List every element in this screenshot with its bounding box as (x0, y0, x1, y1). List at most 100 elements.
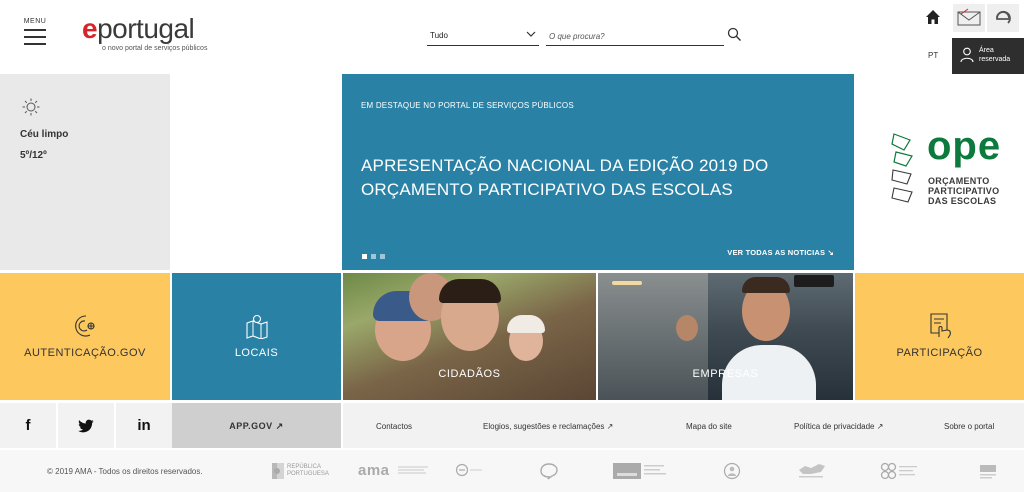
carousel-dot[interactable] (362, 254, 367, 259)
ope-line: DAS ESCOLAS (928, 196, 997, 206)
ope-wordmark: ope (927, 124, 1002, 168)
restricted-area-button[interactable]: Área reservada (952, 38, 1024, 74)
link-elogios[interactable]: Elogios, sugestões e reclamações ↗ (483, 422, 613, 431)
sun-icon (22, 98, 40, 116)
user-icon (960, 47, 974, 63)
ama-lines-icon (398, 466, 428, 474)
link-privacidade[interactable]: Política de privacidade ↗ (794, 422, 883, 431)
link-mapa[interactable]: Mapa do site (686, 422, 732, 431)
ope-line: ORÇAMENTO (928, 176, 990, 186)
appgov-label: APP.GOV ↗ (229, 421, 284, 431)
logo-e: e (82, 13, 98, 44)
search-button[interactable] (727, 27, 743, 45)
partner-logo-9[interactable] (978, 462, 998, 480)
linkedin-button[interactable]: in (116, 403, 172, 448)
photo-family (439, 279, 501, 303)
footer-links: Contactos Elogios, sugestões e reclamaçõ… (343, 403, 1024, 448)
mail-icon (957, 8, 981, 26)
photo-family (507, 315, 545, 333)
facebook-button[interactable]: f (0, 403, 56, 448)
photo-businessman (742, 277, 790, 293)
weather-temperature: 5º/12º (20, 150, 47, 161)
carousel-dot[interactable] (380, 254, 385, 259)
appgov-button[interactable]: APP.GOV ↗ (172, 403, 341, 448)
partner-logo-6[interactable] (723, 462, 741, 480)
link-sobre[interactable]: Sobre o portal (944, 422, 994, 431)
language-selector[interactable]: PT (928, 51, 938, 60)
home-button[interactable] (924, 8, 944, 28)
photo-businessman (676, 315, 698, 341)
ope-line: PARTICIPATIVO (928, 186, 1000, 196)
partner-6-icon (723, 462, 741, 480)
restricted-area-label: Área reservada (979, 47, 1011, 63)
partner-3-icon (455, 463, 482, 477)
logo-tagline: o novo portal de serviços públicos (102, 45, 208, 52)
logo-text: portugal (97, 13, 195, 44)
featured-kicker: EM DESTAQUE NO PORTAL DE SERVIÇOS PÚBLIC… (361, 101, 574, 110)
partner-logo-8[interactable] (880, 462, 920, 480)
carousel-dots (362, 246, 389, 264)
tile-empresas[interactable]: EMPRESAS (598, 273, 853, 400)
eu-flag-icon (613, 463, 666, 479)
eportugal-logo[interactable]: eportugal o novo portal de serviços públ… (82, 14, 208, 53)
weather-condition: Céu limpo (20, 129, 69, 140)
ama-wordmark: ama (358, 462, 390, 479)
compete-icon (799, 464, 825, 478)
link-contactos[interactable]: Contactos (376, 422, 412, 431)
all-news-link[interactable]: VER TODAS AS NOTICIAS ↘ (727, 248, 834, 257)
partner-logo-4[interactable] (539, 462, 559, 480)
tile-cidadaos[interactable]: CIDADÃOS (343, 273, 596, 400)
partner-8-icon (880, 462, 917, 480)
search-icon (727, 27, 741, 41)
copyright: © 2019 AMA - Todos os direitos reservado… (47, 467, 203, 476)
tile-autenticacao-label: AUTENTICAÇÃO.GOV (24, 347, 146, 359)
linkedin-icon: in (137, 417, 151, 434)
hamburger-icon-bar (24, 43, 46, 45)
map-pin-icon (245, 314, 268, 339)
search-scope-select[interactable]: Tudo (427, 27, 539, 46)
blank-tile (170, 74, 342, 270)
partner-4-icon (540, 463, 558, 480)
search-input[interactable] (546, 27, 724, 46)
ope-logo-icon (891, 133, 913, 203)
partner-logo-3[interactable] (455, 462, 484, 480)
chevron-down-icon (526, 29, 536, 41)
ama-logo[interactable]: ama (358, 462, 428, 480)
republica-label: REPÚBLICA PORTUGUESA (287, 464, 329, 477)
e-logo-icon (996, 10, 1011, 24)
republica-emblem-icon (272, 463, 284, 479)
ope-subtitle: ORÇAMENTO PARTICIPATIVO DAS ESCOLAS (928, 176, 999, 206)
search-scope-value: Tudo (430, 31, 448, 40)
hamburger-icon (24, 29, 46, 31)
tile-empresas-label: EMPRESAS (692, 368, 759, 380)
mail-button[interactable] (953, 4, 985, 32)
eu-logo[interactable] (613, 462, 669, 480)
featured-news-carousel[interactable]: EM DESTAQUE NO PORTAL DE SERVIÇOS PÚBLIC… (342, 74, 854, 270)
header: MENU eportugal o novo portal de serviços… (0, 0, 1024, 74)
tile-cidadaos-label: CIDADÃOS (438, 368, 501, 380)
photo-businessman (794, 275, 834, 287)
tile-participacao[interactable]: PARTICIPAÇÃO (855, 273, 1024, 400)
facebook-icon: f (25, 417, 31, 434)
e-balcao-button[interactable] (987, 4, 1019, 32)
carousel-dot[interactable] (371, 254, 376, 259)
twitter-button[interactable] (58, 403, 114, 448)
photo-businessman (612, 281, 642, 285)
tile-autenticacao[interactable]: AUTENTICAÇÃO.GOV (0, 273, 170, 400)
tile-participacao-label: PARTICIPAÇÃO (896, 347, 983, 359)
featured-headline[interactable]: APRESENTAÇÃO NACIONAL DA EDIÇÃO 2019 DO … (361, 154, 801, 202)
tile-locais[interactable]: LOCAIS (172, 273, 341, 400)
twitter-icon (78, 419, 94, 433)
logo-wordmark: eportugal (82, 14, 207, 44)
menu-button[interactable]: MENU (22, 18, 48, 50)
ope-banner[interactable]: ope ORÇAMENTO PARTICIPATIVO DAS ESCOLAS (854, 74, 1024, 270)
home-icon (926, 10, 940, 24)
weather-widget: Céu limpo 5º/12º (0, 74, 170, 270)
fingerprint-key-icon (75, 315, 95, 337)
participation-hand-icon (929, 313, 951, 339)
hamburger-icon-bar (24, 36, 46, 38)
footer: © 2019 AMA - Todos os direitos reservado… (0, 450, 1024, 492)
tile-locais-label: LOCAIS (234, 347, 279, 359)
menu-label: MENU (23, 18, 47, 25)
compete-logo[interactable] (797, 462, 827, 480)
